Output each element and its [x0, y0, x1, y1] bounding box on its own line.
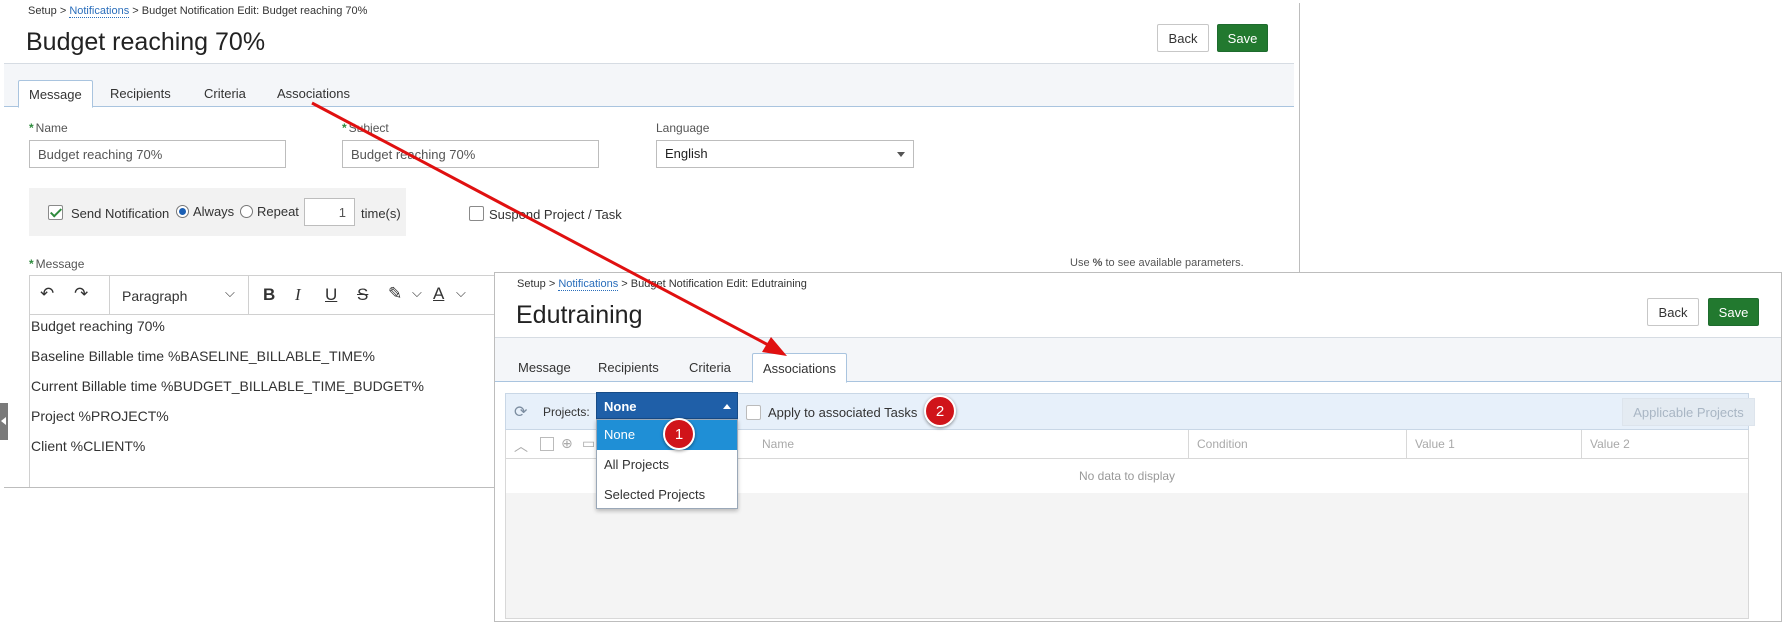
callout-badge-2: 2	[924, 395, 956, 427]
breadcrumb-link-notifications[interactable]: Notifications	[69, 5, 130, 18]
back-button[interactable]: Back	[1157, 24, 1209, 52]
chevron-up-icon[interactable]: ︿	[514, 436, 528, 456]
page-title: Budget reaching 70%	[26, 28, 266, 56]
projects-select[interactable]: None	[596, 392, 738, 419]
message-editor[interactable]: Budget reaching 70% Baseline Billable ti…	[29, 315, 495, 487]
tab-criteria[interactable]: Criteria	[194, 80, 256, 107]
send-notification-label: Send Notification	[71, 206, 170, 221]
tab-bar: Message Recipients Criteria Associations	[4, 63, 1294, 108]
font-color-icon[interactable]: A	[433, 284, 444, 304]
apply-associated-tasks-label: Apply to associated Tasks	[768, 405, 918, 420]
tab-message[interactable]: Message	[508, 354, 581, 382]
suspend-project-task-checkbox[interactable]	[469, 206, 484, 221]
suspend-project-task-label: Suspend Project / Task	[489, 207, 622, 222]
chevron-down-icon	[897, 152, 905, 157]
column-header-value-1[interactable]: Value 1	[1406, 430, 1581, 458]
save-button[interactable]: Save	[1708, 298, 1759, 326]
tab-bar: Message Recipients Criteria Associations	[495, 337, 1781, 383]
message-line: Current Billable time %BUDGET_BILLABLE_T…	[31, 378, 424, 394]
page-title: Edutraining	[516, 301, 643, 329]
applicable-projects-button[interactable]: Applicable Projects	[1622, 398, 1755, 426]
bold-icon[interactable]: B	[263, 285, 275, 305]
projects-label: Projects:	[543, 405, 590, 419]
name-label: * Name	[29, 121, 68, 135]
breadcrumb-separator: >	[132, 5, 139, 17]
subject-label: * Subject	[342, 121, 389, 135]
message-line: Baseline Billable time %BASELINE_BILLABL…	[31, 348, 375, 364]
dropdown-option-all-projects[interactable]: All Projects	[597, 450, 737, 480]
name-input[interactable]	[29, 140, 286, 168]
tab-message[interactable]: Message	[18, 80, 93, 108]
breadcrumb-root: Setup	[28, 5, 57, 17]
breadcrumb-current: Budget Notification Edit: Budget reachin…	[141, 5, 368, 17]
select-all-checkbox[interactable]	[540, 437, 554, 451]
repeat-label: Repeat	[257, 204, 299, 219]
tab-criteria[interactable]: Criteria	[679, 354, 741, 382]
tab-recipients[interactable]: Recipients	[588, 354, 669, 382]
chevron-up-icon	[723, 404, 731, 409]
column-header-name[interactable]: Name	[754, 430, 1188, 458]
breadcrumb: Setup > Notifications > Budget Notificat…	[517, 278, 807, 291]
repeat-radio[interactable]	[240, 205, 253, 218]
repeat-count-input[interactable]	[304, 198, 355, 226]
breadcrumb-root: Setup	[517, 278, 546, 290]
chevron-down-icon[interactable]: ⌵	[412, 285, 422, 301]
undo-icon[interactable]: ↶	[40, 284, 54, 304]
send-notification-checkbox[interactable]	[48, 205, 63, 220]
breadcrumb-separator: >	[548, 278, 556, 290]
underline-icon[interactable]: U	[325, 285, 337, 305]
chevron-down-icon[interactable]: ⌵	[456, 285, 466, 301]
projects-selected-value: None	[604, 399, 637, 414]
add-icon[interactable]: ⊕	[561, 435, 573, 452]
highlight-icon[interactable]: ✎	[388, 284, 402, 304]
tab-recipients[interactable]: Recipients	[100, 80, 181, 107]
language-label: Language	[656, 121, 710, 135]
redo-icon[interactable]: ↷	[74, 284, 88, 304]
save-button[interactable]: Save	[1217, 24, 1268, 52]
language-select[interactable]: English	[656, 140, 914, 168]
italic-icon[interactable]: I	[295, 285, 301, 305]
column-header-condition[interactable]: Condition	[1188, 430, 1406, 458]
tab-associations[interactable]: Associations	[267, 80, 360, 107]
always-label: Always	[193, 204, 235, 219]
strikethrough-icon[interactable]: S	[357, 285, 368, 305]
column-header-value-2[interactable]: Value 2	[1581, 430, 1750, 458]
breadcrumb-separator: >	[59, 5, 67, 17]
collapse-sidebar-handle[interactable]	[0, 403, 8, 440]
tab-associations[interactable]: Associations	[752, 353, 847, 383]
breadcrumb: Setup > Notifications > Budget Notificat…	[28, 5, 368, 18]
always-radio[interactable]	[176, 205, 189, 218]
dropdown-option-selected-projects[interactable]: Selected Projects	[597, 480, 737, 510]
paragraph-style-select[interactable]: Paragraph	[122, 288, 187, 304]
subject-input[interactable]	[342, 140, 599, 168]
parameters-hint: Use % to see available parameters.	[1070, 257, 1244, 269]
trash-icon[interactable]: ▭	[582, 435, 595, 452]
message-label: * Message	[29, 257, 85, 271]
chevron-down-icon[interactable]: ⌵	[225, 285, 235, 301]
editor-toolbar: ↶ ↷ Paragraph ⌵ B I U S ✎ ⌵ A ⌵	[29, 275, 495, 315]
language-selected-value: English	[665, 146, 708, 161]
message-line: Client %CLIENT%	[31, 438, 146, 454]
callout-badge-1: 1	[663, 418, 695, 450]
breadcrumb-separator: >	[621, 278, 628, 290]
send-notification-group: Send Notification Always Repeat time(s)	[29, 188, 406, 236]
message-line: Project %PROJECT%	[31, 408, 169, 424]
back-button[interactable]: Back	[1647, 298, 1699, 326]
breadcrumb-link-notifications[interactable]: Notifications	[558, 278, 619, 291]
times-label: time(s)	[361, 206, 401, 221]
breadcrumb-current: Budget Notification Edit: Edutraining	[630, 278, 807, 290]
apply-associated-tasks-checkbox[interactable]	[746, 405, 761, 420]
message-line: Budget reaching 70%	[31, 318, 165, 334]
refresh-icon[interactable]: ⟳	[514, 402, 527, 422]
